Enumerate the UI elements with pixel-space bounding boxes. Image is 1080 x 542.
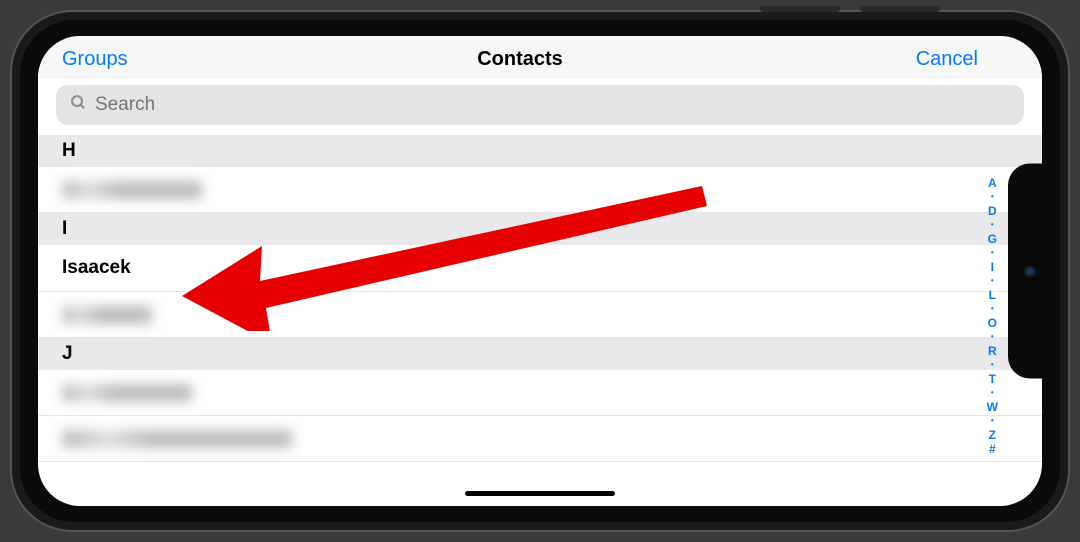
volume-button-2 xyxy=(860,6,940,12)
index-letter[interactable]: • xyxy=(991,274,994,288)
index-letter[interactable]: G xyxy=(988,232,997,246)
section-header: J xyxy=(38,338,1042,370)
index-letter[interactable]: # xyxy=(989,442,996,456)
index-letter[interactable]: • xyxy=(991,302,994,316)
index-letter[interactable]: • xyxy=(991,190,994,204)
iphone-frame: Groups Contacts Cancel HIIsaacekJ A•D•G•… xyxy=(10,10,1070,532)
index-letter[interactable]: R xyxy=(988,344,997,358)
alphabet-index[interactable]: A•D•G•I•L•O•R•T•W•Z# xyxy=(987,176,998,456)
index-letter[interactable]: • xyxy=(991,386,994,400)
index-letter[interactable]: L xyxy=(989,288,996,302)
index-letter[interactable]: • xyxy=(991,218,994,232)
index-letter[interactable]: • xyxy=(991,246,994,260)
contacts-list[interactable]: H IIsaacek J xyxy=(38,135,1042,462)
index-letter[interactable]: O xyxy=(988,316,997,330)
redacted-name xyxy=(62,430,292,448)
contact-row[interactable] xyxy=(38,416,1042,462)
index-letter[interactable]: A xyxy=(988,176,997,190)
search-bar[interactable] xyxy=(56,85,1024,125)
section-header: I xyxy=(38,213,1042,245)
page-title: Contacts xyxy=(367,48,672,71)
contact-row[interactable] xyxy=(38,370,1042,416)
index-letter[interactable]: • xyxy=(991,358,994,372)
index-letter[interactable]: Z xyxy=(989,428,996,442)
redacted-name xyxy=(62,181,202,199)
redacted-name xyxy=(62,306,152,324)
cancel-button[interactable]: Cancel xyxy=(673,48,1018,71)
navigation-bar: Groups Contacts Cancel xyxy=(38,36,1042,79)
redacted-name xyxy=(62,384,192,402)
front-camera xyxy=(1023,264,1037,278)
index-letter[interactable]: T xyxy=(989,372,996,386)
groups-button[interactable]: Groups xyxy=(62,48,367,71)
index-letter[interactable]: • xyxy=(991,330,994,344)
screen: Groups Contacts Cancel HIIsaacekJ A•D•G•… xyxy=(38,36,1042,506)
contact-row[interactable]: Isaacek xyxy=(38,245,1042,292)
home-indicator[interactable] xyxy=(465,491,615,496)
phone-bezel: Groups Contacts Cancel HIIsaacekJ A•D•G•… xyxy=(20,20,1060,522)
contact-row[interactable] xyxy=(38,167,1042,213)
contact-row[interactable] xyxy=(38,292,1042,338)
index-letter[interactable]: W xyxy=(987,400,998,414)
index-letter[interactable]: • xyxy=(991,414,994,428)
notch xyxy=(1008,164,1046,379)
search-icon xyxy=(70,94,87,116)
index-letter[interactable]: I xyxy=(991,260,994,274)
index-letter[interactable]: D xyxy=(988,204,997,218)
volume-button xyxy=(760,6,840,12)
section-header: H xyxy=(38,135,1042,167)
search-input[interactable] xyxy=(95,94,1010,116)
